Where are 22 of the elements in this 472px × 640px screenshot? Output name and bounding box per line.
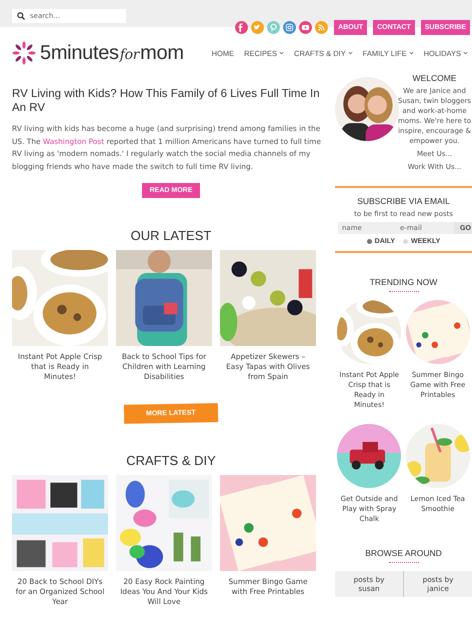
caret-icon — [408, 51, 414, 55]
welcome-heading: WELCOME — [412, 73, 458, 83]
section-heading: CRAFTS & DIY — [125, 453, 217, 468]
search-icon — [17, 12, 25, 20]
caret-icon — [463, 51, 468, 55]
caret-icon — [348, 51, 353, 55]
pinterest-icon[interactable] — [267, 21, 280, 34]
facebook-icon[interactable] — [235, 21, 248, 34]
article-title[interactable]: RV Living with Kids? How This Family of 6 Lives Full Time In An RV — [12, 87, 330, 115]
section-heading: BROWSE AROUND — [364, 548, 443, 558]
radio-button[interactable] — [366, 239, 372, 244]
radio-button[interactable] — [403, 239, 408, 244]
youtube-icon[interactable] — [299, 21, 312, 34]
rss-icon[interactable] — [315, 21, 328, 34]
caret-icon — [279, 51, 284, 55]
section-heading: TRENDING NOW — [368, 277, 438, 287]
subscribe-heading: SUBSCRIBE VIA EMAIL — [356, 196, 451, 206]
flower-logo-icon — [12, 41, 36, 65]
twitter-icon[interactable] — [251, 21, 264, 34]
site-logo[interactable]: 5minutesformom — [40, 42, 184, 64]
instagram-icon[interactable] — [283, 21, 296, 34]
section-heading: OUR LATEST — [130, 228, 212, 243]
